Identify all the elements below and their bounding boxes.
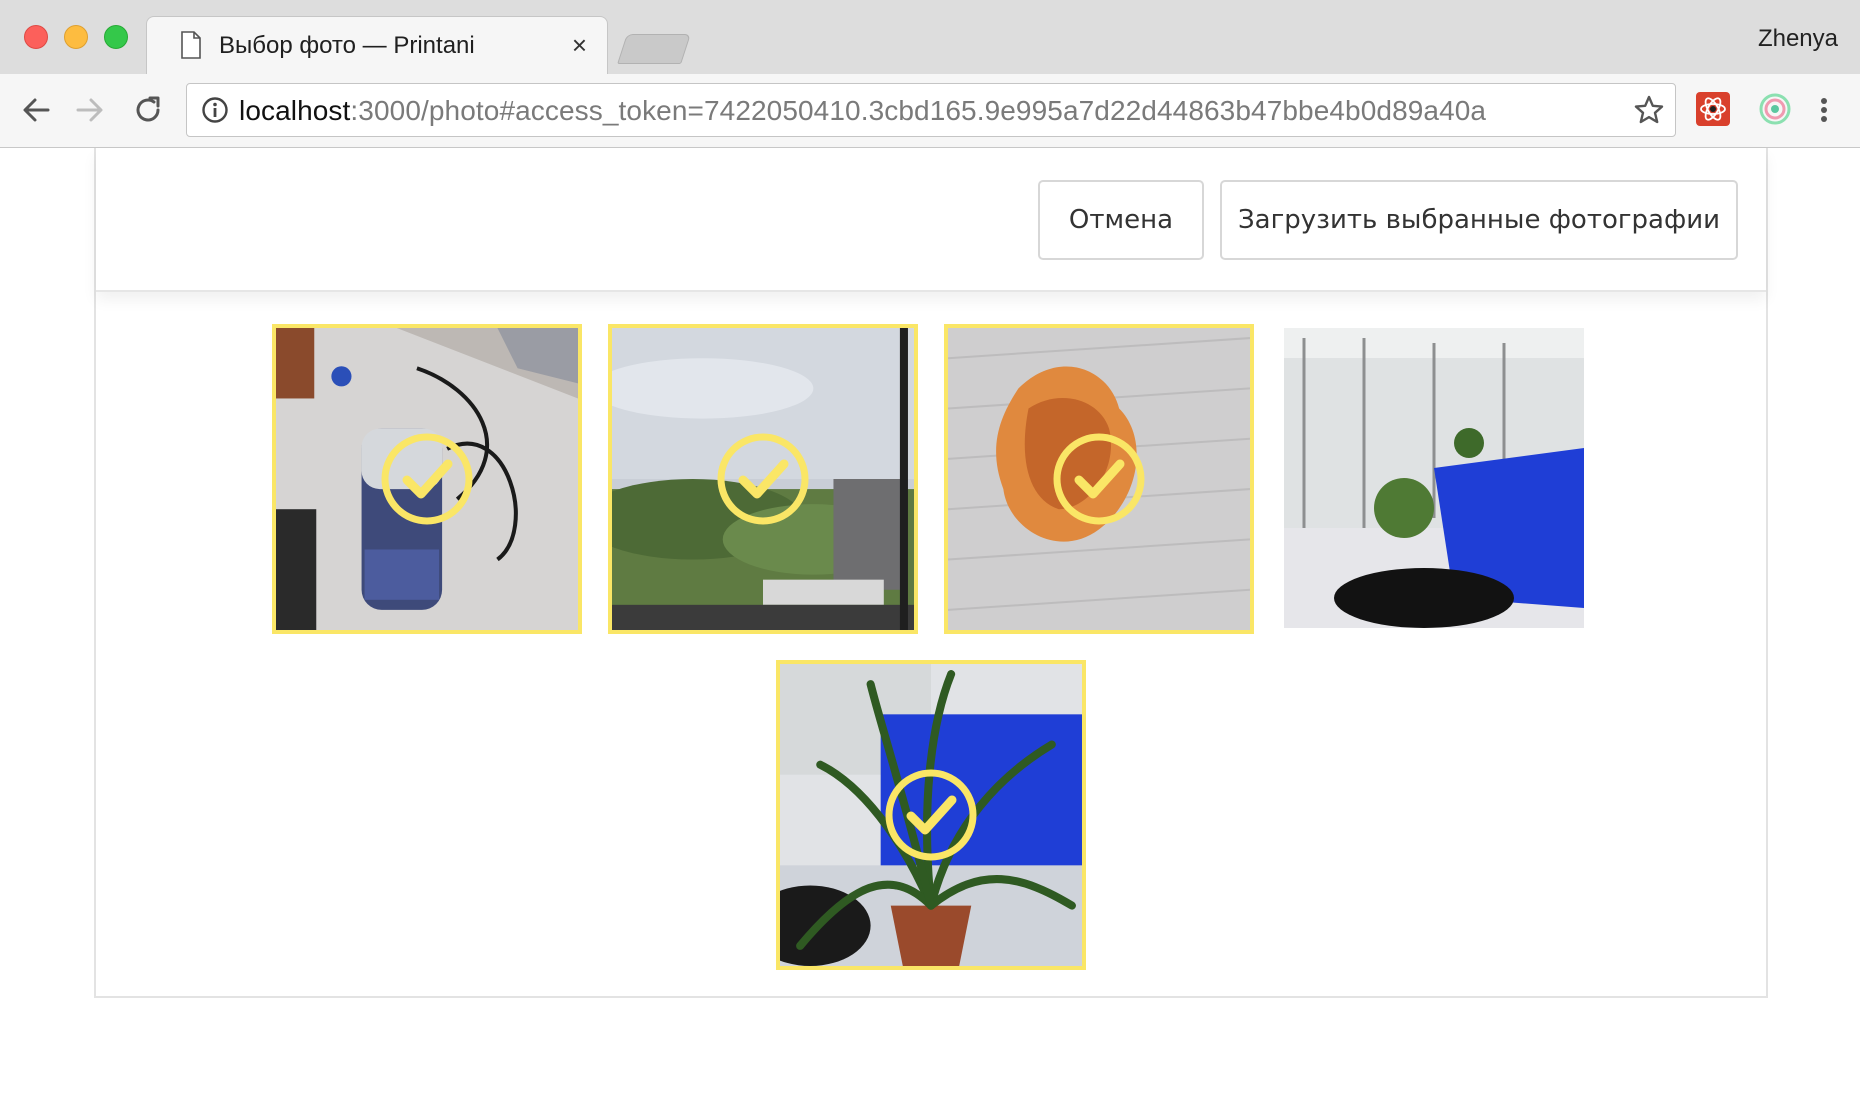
photo-tile-4[interactable] bbox=[1284, 328, 1584, 628]
forward-button[interactable] bbox=[72, 92, 108, 128]
photo-tile-2[interactable] bbox=[608, 324, 918, 634]
atom-icon bbox=[1700, 97, 1726, 121]
menu-icon[interactable] bbox=[1812, 90, 1836, 130]
url-host: localhost bbox=[239, 95, 351, 126]
url-text[interactable]: localhost:3000/photo#access_token=742205… bbox=[239, 95, 1486, 127]
back-button[interactable] bbox=[18, 92, 54, 128]
new-tab-button[interactable] bbox=[617, 34, 691, 64]
tab-title: Выбор фото — Printani bbox=[219, 32, 475, 59]
forward-icon bbox=[76, 98, 103, 122]
reload-button[interactable] bbox=[130, 92, 166, 128]
browser-tab-active[interactable]: Выбор фото — Printani × bbox=[146, 16, 608, 74]
star-icon[interactable] bbox=[1633, 94, 1665, 126]
photo-image bbox=[1284, 328, 1584, 628]
document-icon bbox=[181, 31, 201, 59]
cancel-button[interactable]: Отмена bbox=[1038, 180, 1204, 260]
back-icon bbox=[23, 98, 50, 122]
extension-react-icon[interactable] bbox=[1696, 92, 1730, 126]
checkmark-icon bbox=[1053, 433, 1145, 525]
close-window-button[interactable] bbox=[24, 25, 48, 49]
minimize-window-button[interactable] bbox=[64, 25, 88, 49]
upload-selected-button[interactable]: Загрузить выбранные фотографии bbox=[1220, 180, 1738, 260]
browser-titlebar: Выбор фото — Printani × Zhenya bbox=[0, 0, 1860, 74]
photo-tile-5[interactable] bbox=[776, 660, 1086, 970]
address-bar[interactable]: localhost:3000/photo#access_token=742205… bbox=[186, 83, 1676, 137]
browser-toolbar: localhost:3000/photo#access_token=742205… bbox=[0, 74, 1860, 148]
checkmark-icon bbox=[885, 769, 977, 861]
profile-name[interactable]: Zhenya bbox=[1758, 25, 1838, 53]
checkmark-icon bbox=[717, 433, 809, 525]
tab-close-icon[interactable]: × bbox=[572, 31, 587, 59]
maximize-window-button[interactable] bbox=[104, 25, 128, 49]
extension-target-icon[interactable] bbox=[1758, 92, 1792, 126]
reload-icon bbox=[136, 96, 160, 122]
photo-tile-3[interactable] bbox=[944, 324, 1254, 634]
url-path: :3000/photo#access_token=7422050410.3cbd… bbox=[350, 95, 1487, 126]
photo-tile-1[interactable] bbox=[272, 324, 582, 634]
checkmark-icon bbox=[381, 433, 473, 525]
panel-header: Отмена Загрузить выбранные фотографии bbox=[96, 148, 1766, 292]
info-icon[interactable] bbox=[201, 96, 229, 124]
